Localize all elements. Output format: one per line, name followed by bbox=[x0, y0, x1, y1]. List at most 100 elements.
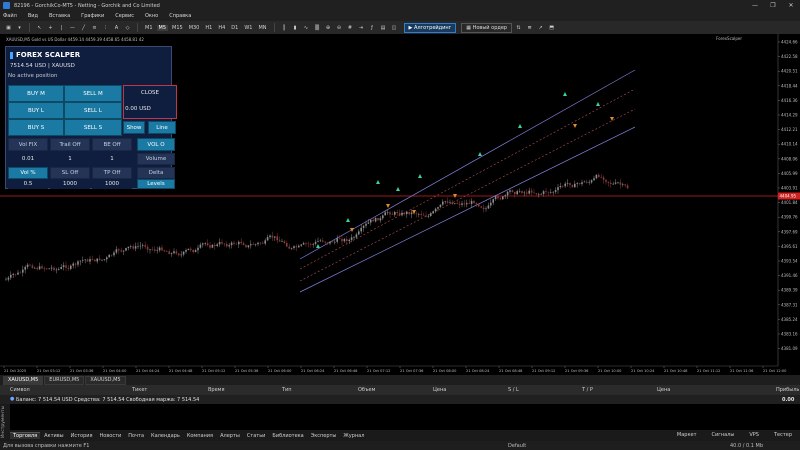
col-sl[interactable]: S / L bbox=[508, 387, 519, 393]
sell-s-button[interactable]: SELL S bbox=[64, 119, 122, 136]
templates-icon[interactable]: ▤ bbox=[379, 23, 388, 32]
sell-m-button[interactable]: SELL M bbox=[64, 85, 122, 102]
close-window-button[interactable]: ✕ bbox=[782, 0, 800, 11]
new-chart-icon[interactable]: ▣ bbox=[4, 23, 13, 32]
tf-d1[interactable]: D1 bbox=[229, 25, 240, 31]
col-volume[interactable]: Объем bbox=[358, 387, 375, 393]
menu-help[interactable]: Справка bbox=[169, 13, 191, 19]
trail-input[interactable]: 1 bbox=[50, 153, 90, 165]
sell-l-button[interactable]: SELL L bbox=[64, 102, 122, 119]
signals-icon[interactable]: ↗ bbox=[536, 23, 545, 32]
terminal-side-bar[interactable]: Инструменты bbox=[0, 404, 10, 442]
col-tp[interactable]: T / P bbox=[582, 387, 593, 393]
buy-l-button[interactable]: BUY L bbox=[8, 102, 64, 119]
buy-sell-icon[interactable]: ⇅ bbox=[514, 23, 523, 32]
menu-view[interactable]: Вид bbox=[28, 13, 38, 19]
col-price2[interactable]: Цена bbox=[657, 387, 670, 393]
tf-h1[interactable]: H1 bbox=[203, 25, 214, 31]
buy-m-button[interactable]: BUY M bbox=[8, 85, 64, 102]
chart-tab-xauusd-2[interactable]: XAUUSD,M5 bbox=[85, 375, 126, 385]
autoscroll-icon[interactable]: ⇥ bbox=[357, 23, 366, 32]
zoom-in-icon[interactable]: ⊕ bbox=[324, 23, 333, 32]
levels-button[interactable]: Levels bbox=[137, 179, 175, 189]
col-profit[interactable]: Прибыль bbox=[776, 387, 799, 393]
delta-button[interactable]: Delta bbox=[137, 167, 175, 179]
menu-file[interactable]: Файл bbox=[3, 13, 17, 19]
tf-m1[interactable]: M1 bbox=[143, 25, 155, 31]
tab-assets[interactable]: Активы bbox=[41, 433, 67, 439]
fibo-icon[interactable]: ⫶ bbox=[101, 23, 110, 32]
vol-pct-button[interactable]: Vol % bbox=[8, 167, 48, 179]
new-order-button[interactable]: ▦ Новый ордер bbox=[461, 22, 513, 33]
line-chart-icon[interactable]: ∿ bbox=[302, 23, 311, 32]
tf-h4[interactable]: H4 bbox=[216, 25, 227, 31]
channel-icon[interactable]: ≡ bbox=[90, 23, 99, 32]
tab-articles[interactable]: Статьи bbox=[244, 433, 269, 439]
crosshair-icon[interactable]: + bbox=[46, 23, 55, 32]
volume-button[interactable]: Volume bbox=[137, 153, 175, 165]
tf-mn[interactable]: MN bbox=[256, 25, 268, 31]
tp-input[interactable]: 1000 bbox=[92, 179, 132, 189]
tf-w1[interactable]: W1 bbox=[242, 25, 254, 31]
tab-calendar[interactable]: Календарь bbox=[148, 433, 183, 439]
menu-tools[interactable]: Сервис bbox=[115, 13, 134, 19]
col-type[interactable]: Тип bbox=[282, 387, 292, 393]
close-button[interactable]: CLOSE bbox=[124, 86, 176, 100]
signals-link[interactable]: Сигналы bbox=[708, 432, 737, 438]
tf-m15[interactable]: M15 bbox=[170, 25, 185, 31]
profiles-icon[interactable]: ▾ bbox=[15, 23, 24, 32]
tab-experts[interactable]: Эксперты bbox=[308, 433, 340, 439]
tester-link[interactable]: Тестер bbox=[771, 432, 795, 438]
tab-library[interactable]: Библиотека bbox=[269, 433, 306, 439]
tp-off-button[interactable]: TP Off bbox=[92, 167, 132, 179]
tab-alerts[interactable]: Алерты bbox=[217, 433, 243, 439]
col-symbol[interactable]: Символ bbox=[10, 387, 30, 393]
sl-off-button[interactable]: SL Off bbox=[50, 167, 90, 179]
zoom-out-icon[interactable]: ⊖ bbox=[335, 23, 344, 32]
menu-charts[interactable]: Графики bbox=[81, 13, 104, 19]
shapes-icon[interactable]: ◇ bbox=[123, 23, 132, 32]
trail-off-button[interactable]: Trail Off bbox=[50, 138, 90, 151]
tab-mail[interactable]: Почта bbox=[125, 433, 147, 439]
maximize-button[interactable]: ❐ bbox=[764, 0, 782, 11]
tab-news[interactable]: Новости bbox=[97, 433, 125, 439]
be-input[interactable]: 1 bbox=[92, 153, 132, 165]
vps-link[interactable]: VPS bbox=[746, 432, 762, 438]
vol-fix-button[interactable]: Vol FIX bbox=[8, 138, 48, 151]
tf-m30[interactable]: M30 bbox=[187, 25, 202, 31]
trendline-icon[interactable]: ╱ bbox=[79, 23, 88, 32]
bar-chart-icon[interactable]: ┃ bbox=[280, 23, 289, 32]
menu-window[interactable]: Окно bbox=[145, 13, 158, 19]
color-icon[interactable]: ▒ bbox=[313, 23, 322, 32]
screenshot-icon[interactable]: ◫ bbox=[390, 23, 399, 32]
tab-history[interactable]: История bbox=[68, 433, 96, 439]
minimize-button[interactable]: — bbox=[746, 0, 764, 11]
tab-company[interactable]: Компания bbox=[184, 433, 216, 439]
chart-tab-xauusd[interactable]: XAUUSD,M5 bbox=[3, 375, 44, 385]
col-ticket[interactable]: Тикет bbox=[132, 387, 147, 393]
account-icon[interactable]: ⬒ bbox=[547, 23, 556, 32]
be-off-button[interactable]: BE Off bbox=[92, 138, 132, 151]
vol-pct-input[interactable]: 0.5 bbox=[8, 179, 48, 189]
sl-input[interactable]: 1000 bbox=[50, 179, 90, 189]
algo-trading-button[interactable]: ▶ Алготрейдинг bbox=[403, 22, 457, 33]
hline-icon[interactable]: — bbox=[68, 23, 77, 32]
chart-tab-eurusd[interactable]: EURUSD,M5 bbox=[44, 375, 85, 385]
volume-input[interactable]: 0.01 bbox=[8, 153, 48, 165]
market-link[interactable]: Маркет bbox=[674, 432, 700, 438]
show-button[interactable]: Show bbox=[123, 121, 145, 134]
tab-journal[interactable]: Журнал bbox=[340, 433, 367, 439]
text-icon[interactable]: A bbox=[112, 23, 121, 32]
depth-icon[interactable]: ≣ bbox=[525, 23, 534, 32]
col-time[interactable]: Время bbox=[208, 387, 224, 393]
tf-m5[interactable]: M5 bbox=[156, 24, 168, 31]
vline-icon[interactable]: | bbox=[57, 23, 66, 32]
menu-insert[interactable]: Вставка bbox=[49, 13, 70, 19]
grid-icon[interactable]: # bbox=[346, 23, 355, 32]
candle-chart-icon[interactable]: ▮ bbox=[291, 23, 300, 32]
line-button[interactable]: Line bbox=[148, 121, 176, 134]
tab-trade[interactable]: Торговля bbox=[10, 432, 41, 439]
status-profile[interactable]: Default bbox=[508, 443, 526, 449]
cursor-icon[interactable]: ↖ bbox=[35, 23, 44, 32]
buy-s-button[interactable]: BUY S bbox=[8, 119, 64, 136]
